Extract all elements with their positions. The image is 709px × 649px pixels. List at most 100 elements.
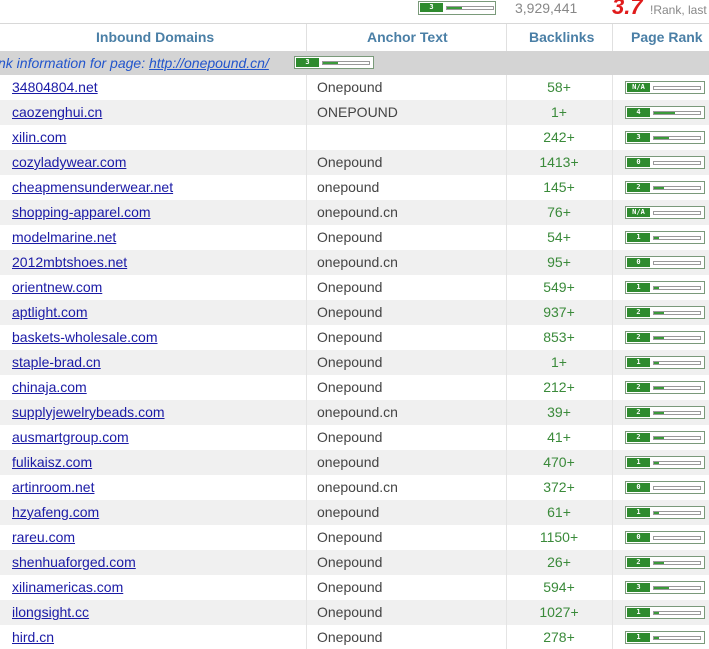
pagerank-meter: 0 (625, 256, 705, 269)
header-backlinks[interactable]: Backlinks (529, 29, 594, 45)
table-row: shenhuaforged.com Onepound 26+ 2 (0, 550, 709, 575)
column-divider (306, 325, 307, 350)
pagerank-value: 2 (627, 383, 650, 392)
header-anchor-text[interactable]: Anchor Text (367, 29, 448, 45)
top-pagerank-widget: 3 (418, 1, 496, 18)
pagerank-meter: 2 (625, 306, 705, 319)
domain-link[interactable]: modelmarine.net (12, 225, 116, 250)
column-divider (306, 625, 307, 649)
domain-link[interactable]: supplyjewelrybeads.com (12, 400, 165, 425)
table-row: xilinamericas.com Onepound 594+ 3 (0, 575, 709, 600)
pagerank-bar-fill (654, 362, 659, 364)
anchor-text: onepound (317, 504, 380, 520)
pagerank-bar-fill (654, 337, 664, 339)
total-count: 3,929,441 (515, 0, 578, 16)
pagerank-bar (322, 61, 370, 65)
domain-link[interactable]: orientnew.com (12, 275, 102, 300)
column-divider (612, 400, 613, 425)
domain-link[interactable]: hzyafeng.com (12, 500, 99, 525)
backlinks-count: 41+ (547, 429, 571, 445)
pagerank-value: 1 (627, 283, 650, 292)
pagerank-bar (653, 511, 701, 515)
backlinks-count: 26+ (547, 554, 571, 570)
pagerank-value: N/A (627, 208, 650, 217)
pagerank-cell: 0 (625, 156, 705, 170)
domain-link[interactable]: baskets-wholesale.com (12, 325, 158, 350)
column-divider (612, 300, 613, 325)
pagerank-cell: 1 (625, 231, 705, 245)
column-divider (612, 625, 613, 649)
pagerank-meter: 4 (625, 106, 705, 119)
pagerank-bar (653, 161, 701, 165)
pagerank-meter: N/A (625, 81, 705, 94)
domain-link[interactable]: 34804804.net (12, 75, 98, 100)
pagerank-cell: 2 (625, 381, 705, 395)
anchor-text: Onepound (317, 79, 383, 95)
pagerank-bar-fill (323, 62, 338, 64)
domain-link[interactable]: 2012mbtshoes.net (12, 250, 127, 275)
anchor-text: Onepound (317, 329, 383, 345)
domain-link[interactable]: fulikaisz.com (12, 450, 92, 475)
column-divider (306, 425, 307, 450)
backlinks-count: 95+ (547, 254, 571, 270)
pagerank-meter: 1 (625, 606, 705, 619)
backlinks-count: 1413+ (539, 154, 579, 170)
domain-link[interactable]: shenhuaforged.com (12, 550, 136, 575)
backlinks-count: 1+ (551, 354, 567, 370)
pagerank-bar (653, 261, 701, 265)
pagerank-meter: 3 (418, 1, 496, 15)
pagerank-bar (653, 86, 701, 90)
backlinks-count: 594+ (543, 579, 575, 595)
pagerank-bar-fill (654, 137, 669, 139)
domain-link[interactable]: xilin.com (12, 125, 66, 150)
domain-link[interactable]: xilinamericas.com (12, 575, 123, 600)
column-divider (306, 24, 307, 51)
pagerank-bar (653, 111, 701, 115)
domain-link[interactable]: caozenghui.cn (12, 100, 102, 125)
domain-link[interactable]: staple-brad.cn (12, 350, 101, 375)
column-divider (306, 175, 307, 200)
header-inbound-domains[interactable]: Inbound Domains (96, 29, 214, 45)
domain-link[interactable]: aptlight.com (12, 300, 87, 325)
domain-link[interactable]: chinaja.com (12, 375, 87, 400)
top-summary-strip: 3 3,929,441 3.7 !Rank, last (0, 0, 709, 24)
pagerank-value: 1 (627, 233, 650, 242)
column-divider (612, 75, 613, 100)
column-divider (306, 275, 307, 300)
anchor-text: Onepound (317, 529, 383, 545)
pagerank-bar-fill (654, 512, 659, 514)
pagerank-bar (653, 236, 701, 240)
domain-link[interactable]: cheapmensunderwear.net (12, 175, 173, 200)
pagerank-bar (653, 186, 701, 190)
pagerank-meter: 3 (625, 131, 705, 144)
column-divider (306, 225, 307, 250)
domain-link[interactable]: artinroom.net (12, 475, 94, 500)
header-page-rank[interactable]: Page Rank (631, 29, 703, 45)
column-divider (612, 100, 613, 125)
link-info-prefix: nk information for page: (0, 55, 149, 71)
pagerank-cell: 1 (625, 506, 705, 520)
pagerank-value: N/A (627, 83, 650, 92)
anchor-text: Onepound (317, 379, 383, 395)
domain-link[interactable]: hird.cn (12, 625, 54, 649)
column-divider (306, 200, 307, 225)
pagerank-meter: 1 (625, 281, 705, 294)
pagerank-bar (653, 561, 701, 565)
pagerank-value: 0 (627, 483, 650, 492)
page-url-link[interactable]: http://onepound.cn/ (149, 55, 269, 71)
table-row: shopping-apparel.com onepound.cn 76+ N/A (0, 200, 709, 225)
pagerank-cell: 2 (625, 331, 705, 345)
table-row: ilongsight.cc Onepound 1027+ 1 (0, 600, 709, 625)
pagerank-bar-fill (654, 612, 659, 614)
domain-link[interactable]: shopping-apparel.com (12, 200, 151, 225)
table-row: 34804804.net Onepound 58+ N/A (0, 75, 709, 100)
pagerank-value: 3 (296, 58, 319, 67)
column-divider (612, 125, 613, 150)
column-divider (612, 275, 613, 300)
table-row: ausmartgroup.com Onepound 41+ 2 (0, 425, 709, 450)
domain-link[interactable]: ilongsight.cc (12, 600, 89, 625)
column-divider (612, 225, 613, 250)
domain-link[interactable]: ausmartgroup.com (12, 425, 129, 450)
domain-link[interactable]: rareu.com (12, 525, 75, 550)
domain-link[interactable]: cozyladywear.com (12, 150, 126, 175)
